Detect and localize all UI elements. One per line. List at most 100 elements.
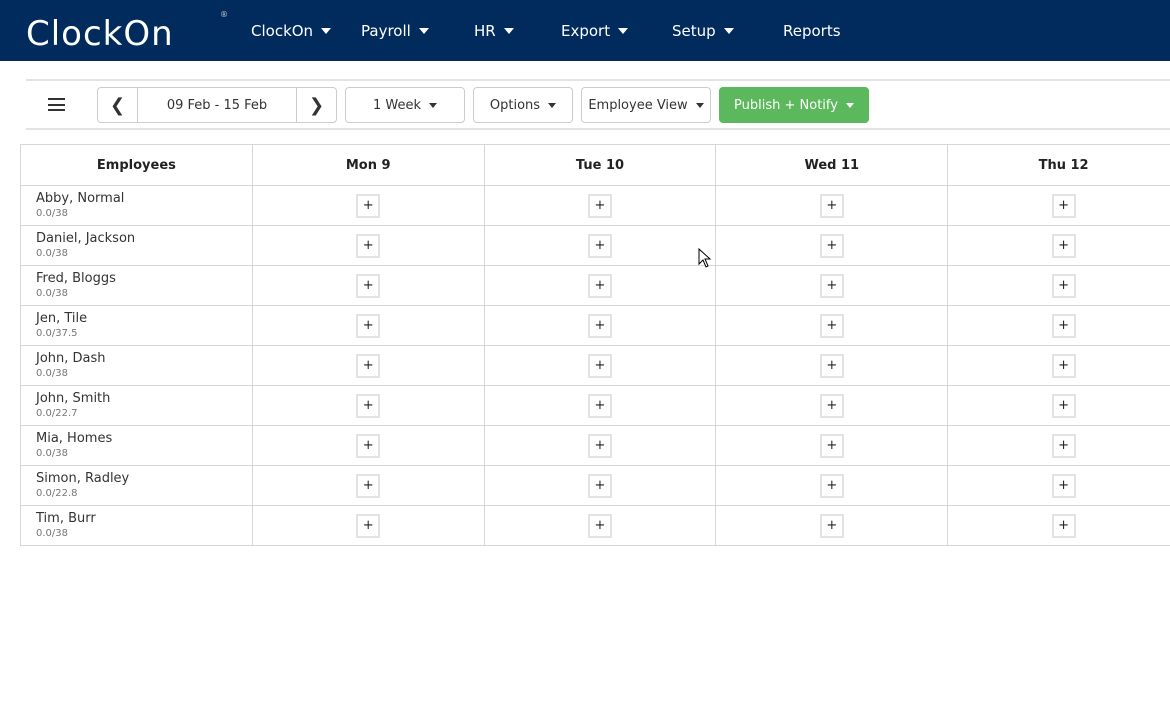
add-shift-button[interactable]: + bbox=[356, 353, 381, 378]
nav-hr[interactable]: HR bbox=[474, 0, 514, 61]
employee-hours: 0.0/37.5 bbox=[36, 327, 78, 339]
add-shift-button[interactable]: + bbox=[587, 433, 612, 458]
day-cell: + bbox=[715, 265, 949, 306]
add-shift-button[interactable]: + bbox=[1051, 193, 1076, 218]
employee-hours: 0.0/38 bbox=[36, 247, 68, 259]
registered-mark: ® bbox=[220, 10, 228, 19]
nav-payroll[interactable]: Payroll bbox=[361, 0, 429, 61]
add-shift-button[interactable]: + bbox=[356, 433, 381, 458]
employee-name: Abby, Normal bbox=[36, 190, 125, 206]
nav-clockon[interactable]: ClockOn bbox=[251, 0, 332, 61]
day-cell: + bbox=[483, 185, 717, 226]
nav-setup[interactable]: Setup bbox=[672, 0, 734, 61]
day-cell: + bbox=[947, 505, 1170, 546]
add-shift-button[interactable]: + bbox=[1051, 393, 1076, 418]
add-shift-button[interactable]: + bbox=[1051, 513, 1076, 538]
date-range-button[interactable]: 09 Feb - 15 Feb bbox=[137, 87, 297, 123]
day-cell: + bbox=[251, 305, 485, 346]
add-shift-button[interactable]: + bbox=[819, 313, 844, 338]
table-row: Mia, Homes 0.0/38 + + + + bbox=[20, 425, 1170, 466]
options-dropdown[interactable]: Options bbox=[473, 87, 573, 123]
add-shift-button[interactable]: + bbox=[587, 353, 612, 378]
add-shift-button[interactable]: + bbox=[356, 313, 381, 338]
hamburger-menu-icon[interactable] bbox=[48, 98, 65, 111]
day-cell: + bbox=[715, 385, 949, 426]
add-shift-button[interactable]: + bbox=[356, 473, 381, 498]
prev-week-button[interactable]: ❮ bbox=[97, 87, 138, 123]
employee-hours: 0.0/38 bbox=[36, 367, 68, 379]
period-dropdown[interactable]: 1 Week bbox=[345, 87, 465, 123]
add-shift-button[interactable]: + bbox=[1051, 433, 1076, 458]
employee-cell[interactable]: Simon, Radley 0.0/22.8 bbox=[20, 465, 253, 506]
date-range-label: 09 Feb - 15 Feb bbox=[166, 97, 268, 113]
add-shift-button[interactable]: + bbox=[819, 193, 844, 218]
employee-cell[interactable]: Abby, Normal 0.0/38 bbox=[20, 185, 253, 226]
day-cell: + bbox=[947, 385, 1170, 426]
day-cell: + bbox=[251, 385, 485, 426]
employee-hours: 0.0/38 bbox=[36, 447, 68, 459]
add-shift-button[interactable]: + bbox=[1051, 273, 1076, 298]
day-cell: + bbox=[483, 465, 717, 506]
add-shift-button[interactable]: + bbox=[1051, 473, 1076, 498]
employee-cell[interactable]: Jen, Tile 0.0/37.5 bbox=[20, 305, 253, 346]
day-cell: + bbox=[251, 465, 485, 506]
col-wed: Wed 11 bbox=[715, 144, 949, 186]
roster-table: Employees Mon 9 Tue 10 Wed 11 Thu 12 Abb… bbox=[20, 144, 1170, 546]
publish-label: Publish + Notify bbox=[734, 97, 838, 113]
employee-cell[interactable]: Fred, Bloggs 0.0/38 bbox=[20, 265, 253, 306]
view-dropdown[interactable]: Employee View bbox=[581, 87, 711, 123]
employee-cell[interactable]: John, Dash 0.0/38 bbox=[20, 345, 253, 386]
nav-label: Reports bbox=[783, 21, 841, 40]
add-shift-button[interactable]: + bbox=[356, 193, 381, 218]
add-shift-button[interactable]: + bbox=[587, 513, 612, 538]
add-shift-button[interactable]: + bbox=[819, 353, 844, 378]
day-cell: + bbox=[251, 345, 485, 386]
employee-name: John, Smith bbox=[36, 390, 111, 406]
employee-name: Mia, Homes bbox=[36, 430, 113, 446]
add-shift-button[interactable]: + bbox=[1051, 313, 1076, 338]
nav-export[interactable]: Export bbox=[561, 0, 629, 61]
add-shift-button[interactable]: + bbox=[587, 193, 612, 218]
nav-reports[interactable]: Reports bbox=[783, 0, 841, 61]
caret-down-icon bbox=[503, 27, 514, 34]
day-cell: + bbox=[947, 265, 1170, 306]
day-cell: + bbox=[483, 505, 717, 546]
add-shift-button[interactable]: + bbox=[356, 393, 381, 418]
employee-name: Tim, Burr bbox=[36, 510, 96, 526]
col-tue: Tue 10 bbox=[483, 144, 717, 186]
caret-down-icon bbox=[429, 102, 438, 108]
add-shift-button[interactable]: + bbox=[587, 273, 612, 298]
employee-cell[interactable]: Tim, Burr 0.0/38 bbox=[20, 505, 253, 546]
add-shift-button[interactable]: + bbox=[819, 233, 844, 258]
add-shift-button[interactable]: + bbox=[587, 393, 612, 418]
add-shift-button[interactable]: + bbox=[587, 233, 612, 258]
publish-notify-button[interactable]: Publish + Notify bbox=[719, 87, 869, 123]
add-shift-button[interactable]: + bbox=[1051, 233, 1076, 258]
add-shift-button[interactable]: + bbox=[819, 513, 844, 538]
add-shift-button[interactable]: + bbox=[356, 233, 381, 258]
day-cell: + bbox=[483, 425, 717, 466]
employee-cell[interactable]: Daniel, Jackson 0.0/38 bbox=[20, 225, 253, 266]
add-shift-button[interactable]: + bbox=[819, 473, 844, 498]
day-cell: + bbox=[715, 225, 949, 266]
add-shift-button[interactable]: + bbox=[819, 273, 844, 298]
day-cell: + bbox=[715, 185, 949, 226]
nav-label: HR bbox=[474, 21, 496, 40]
employee-cell[interactable]: John, Smith 0.0/22.7 bbox=[20, 385, 253, 426]
table-row: John, Dash 0.0/38 + + + + bbox=[20, 345, 1170, 386]
day-cell: + bbox=[251, 225, 485, 266]
next-week-button[interactable]: ❯ bbox=[296, 87, 337, 123]
employee-hours: 0.0/22.8 bbox=[36, 487, 78, 499]
add-shift-button[interactable]: + bbox=[356, 273, 381, 298]
table-row: John, Smith 0.0/22.7 + + + + bbox=[20, 385, 1170, 426]
add-shift-button[interactable]: + bbox=[819, 393, 844, 418]
add-shift-button[interactable]: + bbox=[587, 313, 612, 338]
day-cell: + bbox=[483, 265, 717, 306]
clockon-logo[interactable]: ClockOn ® bbox=[26, 10, 231, 54]
employee-cell[interactable]: Mia, Homes 0.0/38 bbox=[20, 425, 253, 466]
add-shift-button[interactable]: + bbox=[1051, 353, 1076, 378]
day-cell: + bbox=[715, 465, 949, 506]
add-shift-button[interactable]: + bbox=[587, 473, 612, 498]
add-shift-button[interactable]: + bbox=[819, 433, 844, 458]
add-shift-button[interactable]: + bbox=[356, 513, 381, 538]
